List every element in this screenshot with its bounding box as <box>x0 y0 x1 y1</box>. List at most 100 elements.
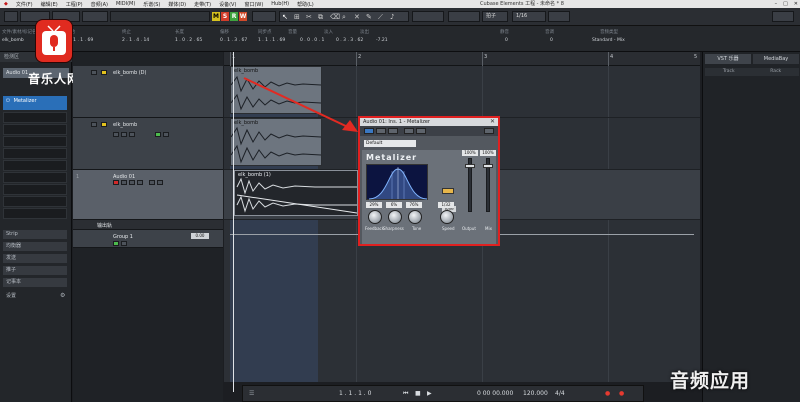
line-tool-icon[interactable]: ⟋ <box>378 13 383 22</box>
track-fold-button[interactable] <box>91 70 97 75</box>
tempo-value[interactable]: 120.000 <box>523 390 548 397</box>
insert-slot-6[interactable] <box>3 160 67 171</box>
plugin-read-button[interactable] <box>376 128 386 134</box>
plugin-write-button[interactable] <box>388 128 398 134</box>
menu-audio[interactable]: 音频(A) <box>87 1 112 8</box>
transport-position[interactable]: 1 . 1 . 1 . 0 <box>339 390 371 397</box>
snap-toggle-group[interactable] <box>448 11 480 22</box>
tool-buttons-group[interactable]: ↖ ⊞ ✂ ⧉ ⌫ ⌕ ✕ ✎ ⟋ ♪ <box>279 11 409 22</box>
info-value-transpose[interactable]: 0 <box>550 38 553 43</box>
speaker-tool-icon[interactable]: ♪ <box>390 13 394 21</box>
subtab-track[interactable]: Track <box>723 68 735 76</box>
mix-value[interactable]: 100% <box>480 150 496 156</box>
track-mute-button[interactable] <box>113 132 119 137</box>
activate-project-button[interactable] <box>4 11 18 22</box>
plugin-title[interactable]: Audio 01: Ins. 1 - Metalizer <box>360 118 498 126</box>
insert-slot-8[interactable] <box>3 184 67 195</box>
snap-type-select[interactable]: 拍子 <box>482 11 508 22</box>
inspector-section-settings[interactable]: 设置 <box>3 292 67 301</box>
power-icon[interactable]: ⏻ <box>6 98 10 104</box>
read-mode-button[interactable]: R <box>230 12 238 21</box>
info-value-length[interactable]: 1 . 0 . 2 . 65 <box>175 38 202 43</box>
menu-media[interactable]: 媒体(D) <box>164 1 190 8</box>
write-mode-button[interactable]: W <box>239 12 247 21</box>
tab-mediabay[interactable]: MediaBay <box>753 54 799 64</box>
sharpness-value[interactable]: 6% <box>386 202 402 208</box>
track-read-button[interactable] <box>155 132 161 137</box>
menu-edit[interactable]: 编辑(E) <box>37 1 62 8</box>
inspector-section-eq[interactable]: 均衡器 <box>3 242 67 251</box>
output-fader-cap[interactable] <box>465 164 475 168</box>
track-read-button[interactable] <box>113 241 119 246</box>
transport-mini-group[interactable] <box>82 11 108 22</box>
track-solo-button[interactable] <box>121 132 127 137</box>
zoom-tool-icon[interactable]: ⌕ <box>342 13 346 22</box>
tab-vst-instruments[interactable]: VST 乐器 <box>705 54 751 64</box>
maximize-icon[interactable]: □ <box>783 0 788 8</box>
menu-hub[interactable]: Hub(H) <box>267 1 293 7</box>
info-value-audiotype[interactable]: Standard - Mix <box>592 38 625 43</box>
plugin-settings-button[interactable] <box>484 128 494 134</box>
track-edit-button[interactable] <box>101 70 107 75</box>
inspector-section-strip[interactable]: Strip <box>3 230 67 239</box>
range-tool-icon[interactable]: ⊞ <box>294 13 300 21</box>
plugin-side-chain-button[interactable] <box>404 128 414 134</box>
mute-tool-icon[interactable]: ✕ <box>354 13 360 21</box>
track-volume-value[interactable]: 0.00 <box>191 233 209 239</box>
info-value-volume[interactable]: -7.21 <box>376 38 388 43</box>
transport-menu-icon[interactable]: ☰ <box>249 390 254 397</box>
menu-help[interactable]: 帮助(L) <box>293 1 318 8</box>
menu-file[interactable]: 文件(F) <box>12 1 37 8</box>
menu-midi[interactable]: MIDI(M) <box>112 1 139 7</box>
minimize-icon[interactable]: – <box>775 0 778 8</box>
quantize-select[interactable]: 1/16 <box>512 11 546 22</box>
inspector-section-notepad[interactable]: 记事本 <box>3 278 67 287</box>
track-row[interactable]: 输出轨 <box>73 220 223 230</box>
track-row[interactable]: elk_bomb <box>73 118 223 170</box>
track-name[interactable]: 输出轨 <box>97 222 112 229</box>
tone-knob[interactable] <box>408 210 422 224</box>
menu-transport[interactable]: 走带(T) <box>190 1 215 8</box>
track-name[interactable]: elk_bomb (D) <box>113 70 146 76</box>
record-mode-icon[interactable]: ● <box>619 390 624 397</box>
preset-selector[interactable]: Default <box>364 140 416 147</box>
track-read-button[interactable] <box>149 180 155 185</box>
menu-devices[interactable]: 设备(V) <box>215 1 240 8</box>
insert-slot-3[interactable] <box>3 124 67 135</box>
time-signature[interactable]: 4/4 <box>555 390 565 397</box>
filter-graph[interactable] <box>366 164 428 200</box>
solo-mode-button[interactable]: S <box>221 12 229 21</box>
track-lane-button[interactable] <box>137 180 143 185</box>
speed-value[interactable]: 1/32 <box>438 202 454 208</box>
info-value-end[interactable]: 2 . 1 . 4 . 14 <box>122 38 149 43</box>
insert-slot-9[interactable] <box>3 196 67 207</box>
audio-event-selected[interactable]: elk_bomb (1) <box>234 170 358 216</box>
color-select[interactable] <box>548 11 570 22</box>
mute-mode-button[interactable]: M <box>212 12 220 21</box>
autoscroll-group[interactable] <box>412 11 444 22</box>
record-icon[interactable]: ● <box>605 390 610 397</box>
stop-icon[interactable]: ■ <box>415 390 421 397</box>
track-lock-button[interactable] <box>129 180 135 185</box>
track-record-button[interactable] <box>129 132 135 137</box>
play-icon[interactable]: ▶ <box>427 390 432 397</box>
inspector-section-fader[interactable]: 推子 <box>3 266 67 275</box>
track-write-button[interactable] <box>157 180 163 185</box>
transport-time[interactable]: 0 00 00.000 <box>477 390 513 397</box>
menu-score[interactable]: 乐谱(S) <box>139 1 164 8</box>
split-tool-icon[interactable]: ✂ <box>306 13 312 21</box>
speed-knob[interactable] <box>440 210 454 224</box>
track-write-button[interactable] <box>163 132 169 137</box>
plugin-bypass-button[interactable] <box>364 128 374 134</box>
inspector-section-sends[interactable]: 发送 <box>3 254 67 263</box>
glue-tool-icon[interactable]: ⧉ <box>318 13 323 22</box>
menu-project[interactable]: 工程(P) <box>62 1 87 8</box>
info-value-offset[interactable]: 0 . 1 . 3 . 67 <box>220 38 247 43</box>
insert-slot-2[interactable] <box>3 112 67 123</box>
close-icon[interactable]: ✕ <box>794 0 798 8</box>
info-value-fadeout[interactable]: 0 . 3 . 3 . 62 <box>336 38 363 43</box>
info-value-fade[interactable]: 0 . 0 . 0 . 1 <box>300 38 324 43</box>
pointer-tool-icon[interactable]: ↖ <box>282 13 288 21</box>
on-button[interactable] <box>442 188 454 194</box>
feedback-value[interactable]: 29% <box>366 202 382 208</box>
